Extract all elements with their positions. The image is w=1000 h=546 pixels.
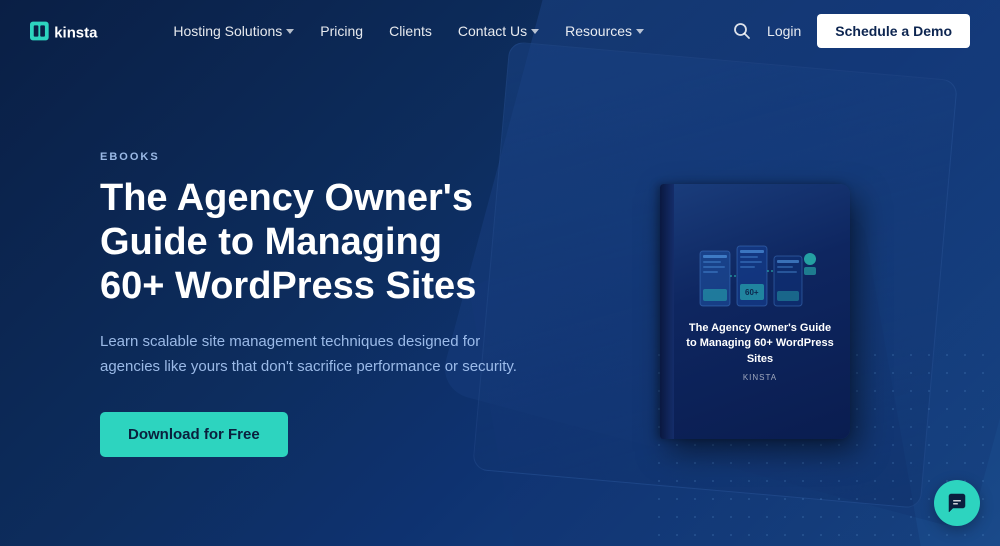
nav-item-contact[interactable]: Contact Us <box>448 17 549 45</box>
download-button[interactable]: Download for Free <box>100 412 288 457</box>
main-content: EBOOKS The Agency Owner's Guide to Manag… <box>0 62 1000 546</box>
svg-text:kinsta: kinsta <box>54 25 98 42</box>
navbar: kinsta Hosting Solutions Pricing Clients… <box>0 0 1000 62</box>
search-icon <box>733 22 751 40</box>
chevron-down-icon <box>636 29 644 34</box>
book-brand-label: KINSTA <box>743 373 777 382</box>
book-cover-front: 60+ The Agency Owner's Guide to <box>660 184 850 439</box>
chevron-down-icon <box>531 29 539 34</box>
chat-widget-button[interactable] <box>934 480 980 526</box>
search-button[interactable] <box>733 22 751 40</box>
nav-item-resources[interactable]: Resources <box>555 17 654 45</box>
logo-icon: kinsta <box>30 17 123 45</box>
book-cover: 60+ The Agency Owner's Guide to <box>660 184 860 444</box>
main-title: The Agency Owner's Guide to Managing 60+… <box>100 177 560 308</box>
book-illustration-icon: 60+ <box>695 241 825 321</box>
svg-text:60+: 60+ <box>745 288 759 297</box>
nav-item-hosting[interactable]: Hosting Solutions <box>163 17 304 45</box>
nav-item-clients[interactable]: Clients <box>379 17 442 45</box>
book-image-container: 60+ The Agency Owner's Guide to <box>600 164 920 444</box>
nav-item-pricing[interactable]: Pricing <box>310 17 373 45</box>
category-label: EBOOKS <box>100 151 560 163</box>
book-title: The Agency Owner's Guide to Managing 60+… <box>683 321 837 367</box>
chevron-down-icon <box>286 29 294 34</box>
book-inner: 60+ The Agency Owner's Guide to <box>683 241 837 382</box>
chat-icon <box>946 492 968 514</box>
nav-links: Hosting Solutions Pricing Clients Contac… <box>163 17 733 45</box>
nav-actions: Login Schedule a Demo <box>733 14 970 48</box>
logo[interactable]: kinsta <box>30 17 123 45</box>
schedule-demo-button[interactable]: Schedule a Demo <box>817 14 970 48</box>
book-spine <box>660 184 674 439</box>
hero-description: Learn scalable site management technique… <box>100 330 520 380</box>
login-link[interactable]: Login <box>767 23 801 39</box>
left-content: EBOOKS The Agency Owner's Guide to Manag… <box>100 151 600 457</box>
